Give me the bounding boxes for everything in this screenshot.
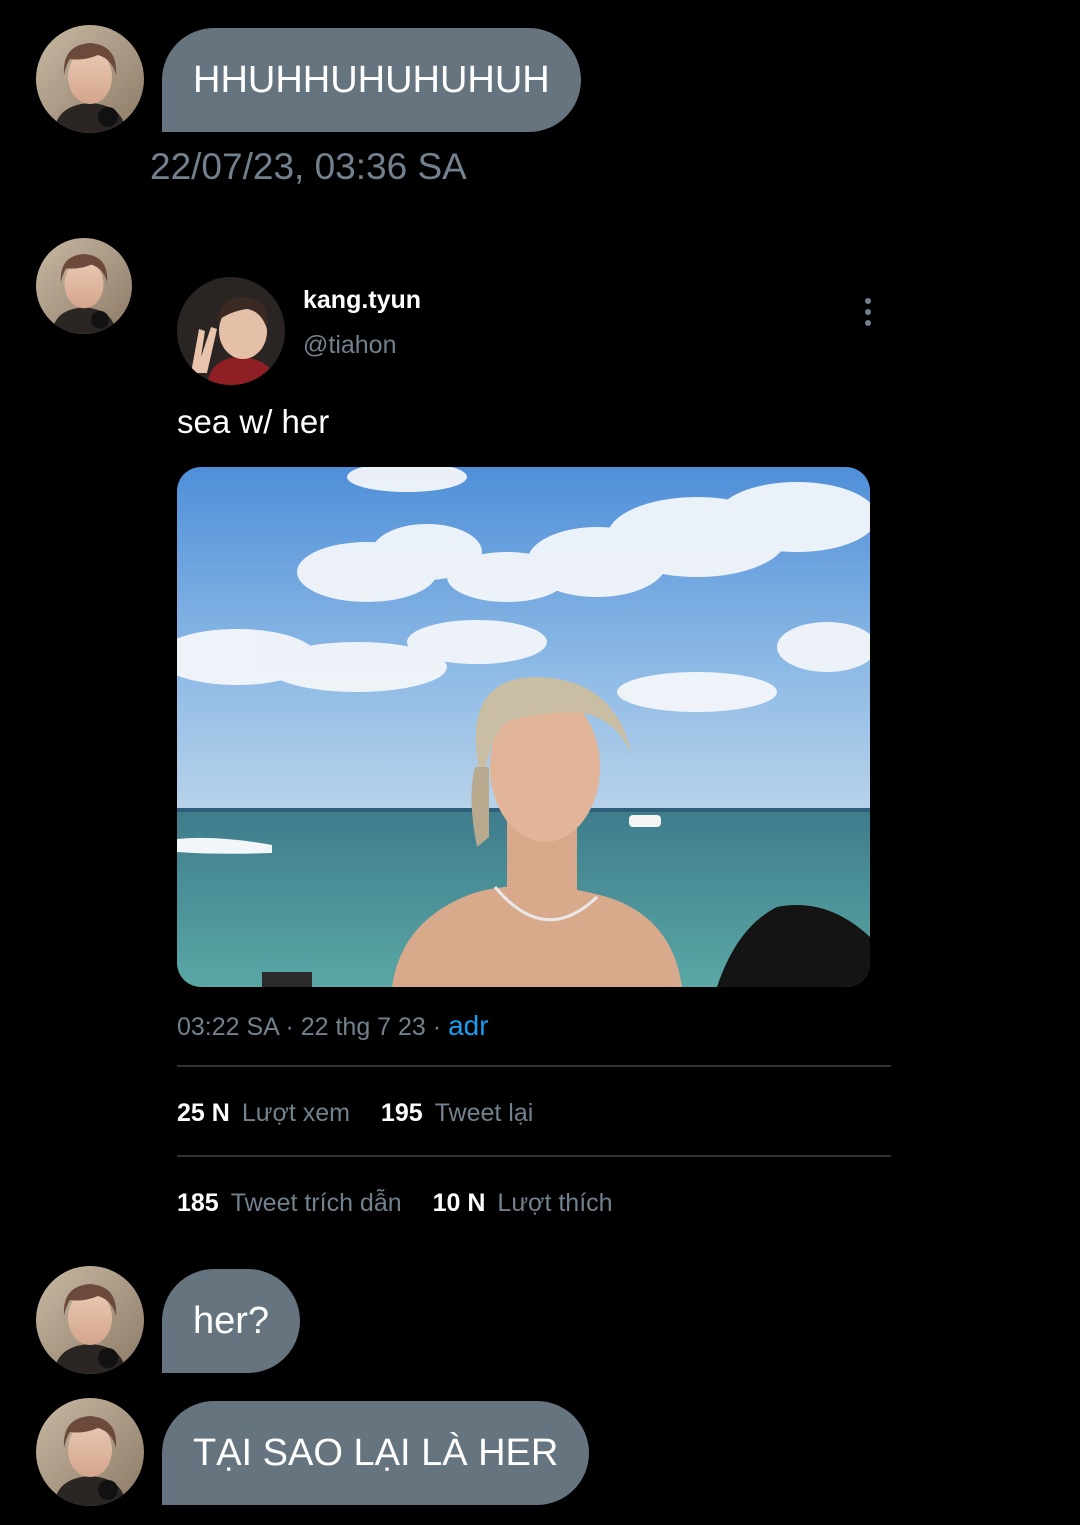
views-label: Lượt xem [241, 1099, 350, 1127]
tweet-stats-row: 185 Tweet trích dẫn 10 N Lượt thích [177, 1189, 637, 1218]
retweets-count: 195 [380, 1099, 423, 1127]
sender-avatar[interactable] [36, 1398, 144, 1506]
meta-separator: · [432, 1013, 442, 1041]
tweet-time: 03:22 SA [177, 1013, 279, 1041]
divider [177, 1155, 891, 1157]
divider [177, 1065, 891, 1067]
tweet-handle[interactable]: @tiahon [303, 331, 397, 360]
tweet-date: 22 thg 7 23 [300, 1013, 426, 1041]
more-options-icon[interactable] [856, 296, 880, 330]
message-bubble: TẠI SAO LẠI LÀ HER [162, 1401, 590, 1505]
quotes-stat[interactable]: 185 Tweet trích dẫn [177, 1189, 402, 1218]
sender-avatar[interactable] [36, 1266, 144, 1374]
sender-avatar[interactable] [36, 25, 144, 133]
tweet-meta: 03:22 SA · 22 thg 7 23 · adr [177, 1010, 489, 1042]
message-text: her? [193, 1300, 270, 1342]
likes-stat[interactable]: 10 N Lượt thích [433, 1189, 613, 1218]
sender-avatar[interactable] [36, 238, 132, 334]
message-bubble: HHUHHUHUHUHUH [162, 28, 581, 132]
quotes-count: 185 [177, 1189, 219, 1217]
message-text: TẠI SAO LẠI LÀ HER [193, 1432, 559, 1474]
tweet-photo[interactable] [177, 467, 870, 987]
views-count: 25 N [177, 1099, 230, 1127]
likes-count: 10 N [432, 1189, 486, 1217]
retweets-label: Tweet lại [434, 1099, 534, 1127]
tweet-stats-row: 25 N Lượt xem 195 Tweet lại [177, 1099, 557, 1128]
message-text: HHUHHUHUHUHUH [193, 59, 550, 101]
tweet-author-avatar[interactable] [177, 277, 285, 385]
likes-label: Lượt thích [497, 1189, 613, 1217]
tweet-text: sea w/ her [177, 403, 330, 440]
tweet-source-link[interactable]: adr [448, 1010, 488, 1041]
tweet-display-name[interactable]: kang.tyun [303, 286, 421, 315]
meta-separator: · [285, 1013, 294, 1041]
message-bubble: her? [162, 1269, 301, 1373]
quotes-label: Tweet trích dẫn [230, 1189, 402, 1217]
views-stat[interactable]: 25 N Lượt xem [177, 1099, 350, 1128]
message-timestamp: 22/07/23, 03:36 SA [150, 146, 467, 187]
retweets-stat[interactable]: 195 Tweet lại [381, 1099, 533, 1128]
